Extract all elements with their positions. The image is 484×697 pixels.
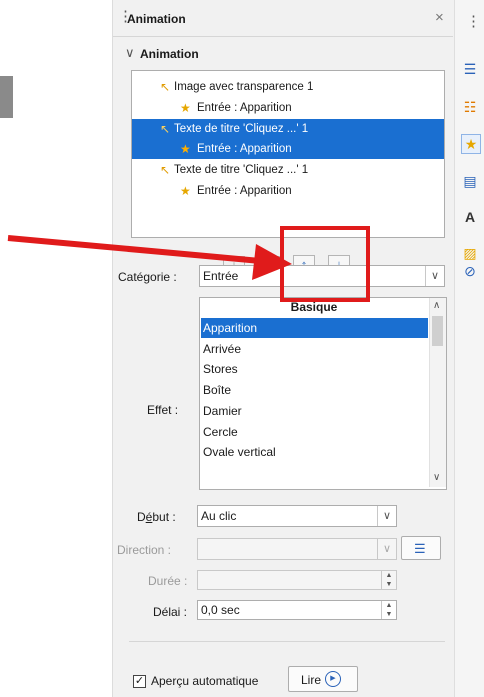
annotation-arrow: [7, 235, 273, 265]
annotation-highlight-box: [280, 226, 370, 302]
annotation-overlay: [7, 235, 292, 280]
